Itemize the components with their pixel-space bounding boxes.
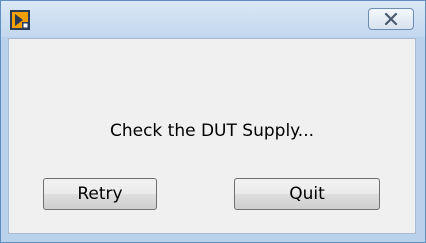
title-bar[interactable] — [1, 1, 425, 37]
app-icon — [10, 10, 30, 30]
dialog-window: Check the DUT Supply... Retry Quit — [0, 0, 426, 243]
close-icon — [384, 13, 398, 25]
close-button[interactable] — [368, 8, 414, 30]
dialog-body: Check the DUT Supply... Retry Quit — [8, 38, 416, 234]
retry-button[interactable]: Retry — [43, 178, 157, 210]
dialog-message: Check the DUT Supply... — [109, 121, 315, 141]
quit-button[interactable]: Quit — [234, 178, 380, 210]
